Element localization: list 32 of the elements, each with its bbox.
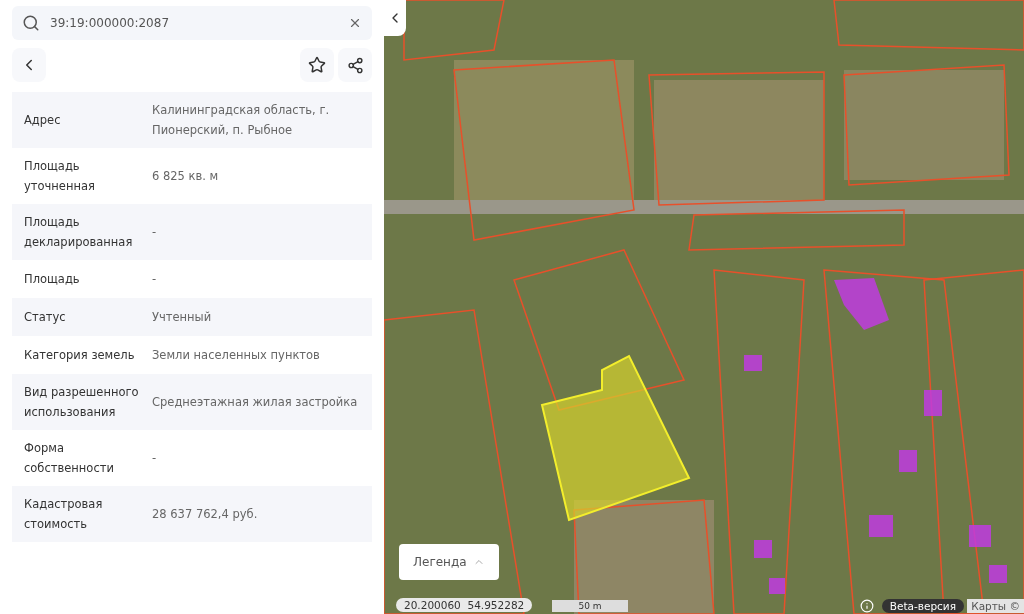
property-label: Адрес [24, 112, 62, 129]
favorite-button[interactable] [300, 48, 334, 82]
share-button[interactable] [338, 48, 372, 82]
share-icon [346, 56, 364, 74]
property-label: Площадь декларированная [24, 214, 134, 251]
legend-button[interactable]: Легенда [399, 544, 499, 580]
property-label: Категория земель [24, 347, 136, 364]
property-value: Учтенный [152, 309, 213, 326]
info-icon[interactable] [860, 599, 874, 613]
coordinates-label: 20.200060 54.952282 [396, 598, 533, 612]
close-button[interactable] [348, 16, 362, 30]
property-label: Площадь [24, 271, 81, 288]
collapse-panel-button[interactable] [384, 0, 406, 36]
property-label: Статус [24, 309, 67, 326]
property-value: - [152, 224, 158, 241]
star-icon [308, 56, 326, 74]
property-value: - [152, 271, 158, 288]
property-label: Площадь уточненная [24, 158, 96, 195]
property-label: Форма собственности [24, 440, 115, 477]
property-value: Калининградская область, г. Пионерский, п. Рыбное [152, 102, 331, 139]
attribution-text[interactable]: Карты © [967, 599, 1024, 613]
scale-bar: 50 m [552, 600, 628, 612]
property-value: Земли населенных пунктов [152, 347, 321, 364]
property-value: Среднеэтажная жилая застройка [152, 394, 359, 411]
beta-label: Beta-версия [881, 599, 964, 613]
search-icon [22, 14, 40, 32]
property-label: Кадастровая стоимость [24, 496, 104, 533]
property-value: 28 637 762,4 руб. [152, 506, 259, 523]
property-value: - [152, 450, 158, 467]
property-value: 6 825 кв. м [152, 168, 220, 185]
property-label: Вид разрешенного использования [24, 384, 140, 421]
search-field[interactable]: 39:19:000000:2087 [12, 6, 372, 40]
